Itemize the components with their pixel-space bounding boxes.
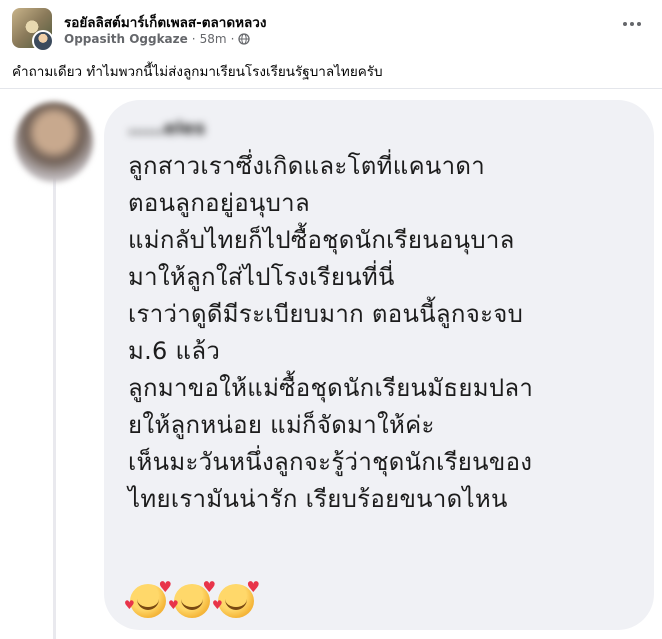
smiling-face-with-hearts-icon: ♥ xyxy=(168,578,216,618)
comment-line: ไทยเรามันน่ารัก เรียบร้อยขนาดไหน xyxy=(128,485,508,513)
group-name[interactable]: รอยัลลิสต์มาร์เก็ตเพลส-ตลาดหลวง xyxy=(64,11,266,33)
commenter-name-blurred: ……eles xyxy=(128,118,206,139)
comment-line: ลูกมาขอให้แม่ซื้อชุดนักเรียนมัธยมปลา xyxy=(128,374,534,402)
comment-line: ลูกสาวเราซึ่งเกิดและโตที่แคนาดา xyxy=(128,152,486,180)
meta-separator: · xyxy=(230,32,235,46)
smiling-face-with-hearts-icon: ♥ xyxy=(212,578,260,618)
comment-line: ตอนลูกอยู่อนุบาล xyxy=(128,189,310,217)
comment-line: แม่กลับไทยก็ไปซื้อชุดนักเรียนอนุบาล xyxy=(128,226,515,254)
divider xyxy=(0,88,662,89)
globe-icon xyxy=(238,33,251,45)
shared-comment-screenshot: ……eles ลูกสาวเราซึ่งเกิดและโตที่แคนาดา ต… xyxy=(0,90,662,639)
comment-line: เราว่าดูดีมีระเบียบมาก ตอนนี้ลูกจะจบ xyxy=(128,300,524,328)
commenter-avatar-blurred xyxy=(15,102,93,182)
comment-line: มาให้ลูกใส่ไปโรงเรียนที่นี่ xyxy=(128,263,395,291)
comment-line: ยให้ลูกหน่อย แม่ก็จัดมาให้ค่ะ xyxy=(128,411,435,439)
post-text: คำถามเดียว ทำไมพวกนี้ไม่ส่งลูกมาเรียนโรง… xyxy=(12,64,383,80)
emoji-row: ♥ ♥ ♥ xyxy=(124,578,260,618)
post-header: รอยัลลิสต์มาร์เก็ตเพลส-ตลาดหลวง Oppasith… xyxy=(12,8,652,52)
author-name[interactable]: Oppasith Oggkaze xyxy=(64,32,188,46)
more-horizontal-icon[interactable] xyxy=(618,14,646,34)
author-avatar[interactable] xyxy=(32,30,54,52)
meta-separator: · xyxy=(191,32,196,46)
post-time[interactable]: 58m xyxy=(200,32,227,46)
comment-line: ม.6 แล้ว xyxy=(128,337,221,365)
comment-body: ลูกสาวเราซึ่งเกิดและโตที่แคนาดา ตอนลูกอย… xyxy=(128,148,648,518)
post-meta: Oppasith Oggkaze · 58m · xyxy=(64,32,251,46)
comment-line: เห็นมะวันหนึ่งลูกจะรู้ว่าชุดนักเรียนของ xyxy=(128,448,533,476)
smiling-face-with-hearts-icon: ♥ xyxy=(124,578,172,618)
thread-line xyxy=(53,170,56,639)
